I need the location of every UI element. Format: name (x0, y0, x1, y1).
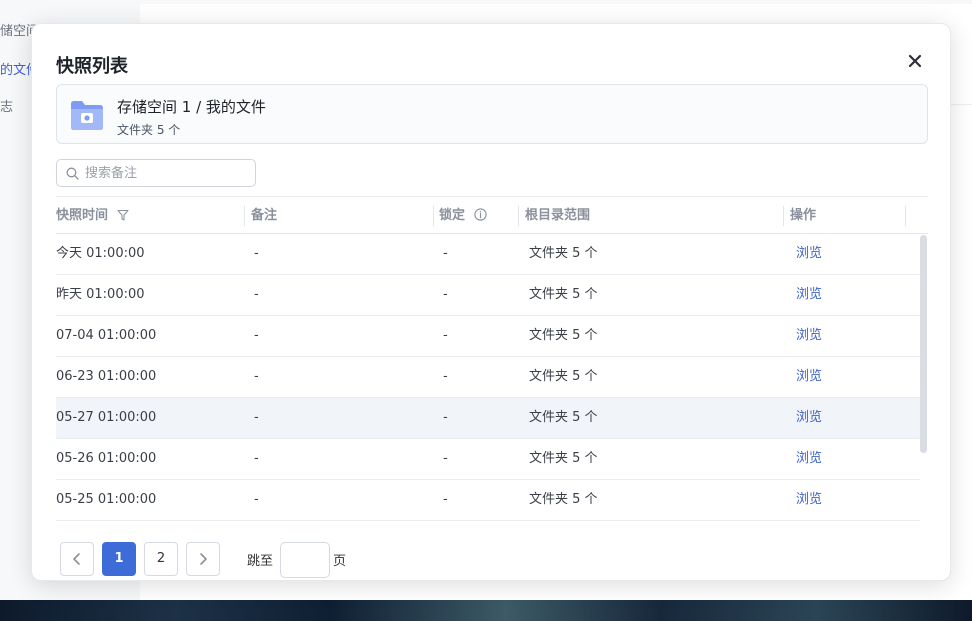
page-button-1[interactable]: 1 (102, 542, 136, 576)
chevron-left-icon (73, 553, 80, 565)
column-header-note: 备注 (251, 208, 278, 223)
table-row: 07-04 01:00:00 - - 文件夹 5 个 浏览 (56, 316, 920, 357)
search-icon (66, 167, 79, 180)
table-header: 快照时间 备注 锁定 根目录范围 操作 (56, 196, 928, 234)
chevron-right-icon (200, 553, 207, 565)
browse-link[interactable]: 浏览 (796, 398, 822, 438)
column-divider (244, 206, 245, 226)
cell-lock: - (443, 369, 448, 384)
cell-scope: 文件夹 5 个 (529, 451, 598, 466)
filter-icon[interactable] (116, 209, 129, 221)
storage-info-card: 存储空间 1 / 我的文件 文件夹 5 个 (56, 84, 928, 144)
cell-note: - (254, 410, 259, 425)
cell-time: 05-25 01:00:00 (56, 492, 157, 507)
cell-scope: 文件夹 5 个 (529, 492, 598, 507)
cell-time: 07-04 01:00:00 (56, 328, 157, 343)
page-suffix-label: 页 (333, 554, 347, 569)
prev-page-button[interactable] (60, 542, 94, 576)
cell-note: - (254, 287, 259, 302)
table-scrollbar[interactable] (920, 235, 927, 453)
browse-link[interactable]: 浏览 (796, 275, 822, 315)
table-row: 06-23 01:00:00 - - 文件夹 5 个 浏览 (56, 357, 920, 398)
search-box (56, 159, 256, 187)
cell-note: - (254, 246, 259, 261)
cell-time: 06-23 01:00:00 (56, 369, 157, 384)
cell-time: 今天 01:00:00 (56, 246, 145, 261)
sidebar-item-log[interactable]: 志 (0, 96, 13, 115)
cell-lock: - (443, 492, 448, 507)
next-page-button[interactable] (186, 542, 220, 576)
column-divider (905, 206, 906, 226)
column-header-scope: 根目录范围 (525, 208, 591, 223)
cell-time: 05-27 01:00:00 (56, 410, 157, 425)
column-divider (518, 206, 519, 226)
cell-lock: - (443, 410, 448, 425)
cell-lock: - (443, 328, 448, 343)
column-divider (433, 206, 434, 226)
table-body: 今天 01:00:00 - - 文件夹 5 个 浏览 昨天 01:00:00 -… (56, 234, 920, 521)
browse-link[interactable]: 浏览 (796, 316, 822, 356)
close-icon (908, 54, 922, 68)
column-label-lock: 锁定 (439, 208, 466, 223)
table-row: 05-25 01:00:00 - - 文件夹 5 个 浏览 (56, 480, 920, 521)
cell-note: - (254, 451, 259, 466)
cell-note: - (254, 492, 259, 507)
page-button-2[interactable]: 2 (144, 542, 178, 576)
storage-path: 存储空间 1 / 我的文件 (117, 98, 266, 116)
close-button[interactable] (906, 52, 924, 70)
browse-link[interactable]: 浏览 (796, 480, 822, 520)
folder-camera-icon (71, 101, 103, 130)
cell-note: - (254, 369, 259, 384)
background-wallpaper (0, 600, 972, 621)
jump-to-label: 跳至 (247, 554, 274, 569)
jump-page-input[interactable] (280, 542, 330, 578)
column-header-time[interactable]: 快照时间 (56, 197, 129, 234)
table-row-hovered: 05-27 01:00:00 - - 文件夹 5 个 浏览 (56, 398, 920, 439)
cell-scope: 文件夹 5 个 (529, 328, 598, 343)
cell-scope: 文件夹 5 个 (529, 246, 598, 261)
table-row: 昨天 01:00:00 - - 文件夹 5 个 浏览 (56, 275, 920, 316)
search-input[interactable] (85, 163, 250, 183)
browse-link[interactable]: 浏览 (796, 234, 822, 274)
cell-scope: 文件夹 5 个 (529, 287, 598, 302)
cell-scope: 文件夹 5 个 (529, 369, 598, 384)
snapshot-list-modal: 快照列表 存储空间 1 / 我的文件 文件夹 5 个 快照时间 (31, 23, 951, 581)
column-divider (783, 206, 784, 226)
cell-lock: - (443, 246, 448, 261)
snapshot-table: 快照时间 备注 锁定 根目录范围 操作 今天 01:00:00 - - 文件夹 … (56, 196, 928, 521)
browse-link[interactable]: 浏览 (796, 439, 822, 479)
browse-link[interactable]: 浏览 (796, 357, 822, 397)
modal-title: 快照列表 (56, 56, 128, 77)
table-row: 05-26 01:00:00 - - 文件夹 5 个 浏览 (56, 439, 920, 480)
info-icon[interactable] (473, 208, 487, 221)
cell-time: 05-26 01:00:00 (56, 451, 157, 466)
table-row: 今天 01:00:00 - - 文件夹 5 个 浏览 (56, 234, 920, 275)
cell-time: 昨天 01:00:00 (56, 287, 145, 302)
folder-count: 文件夹 5 个 (117, 123, 181, 137)
cell-scope: 文件夹 5 个 (529, 410, 598, 425)
column-label-time: 快照时间 (56, 208, 109, 223)
column-header-lock: 锁定 (439, 197, 487, 234)
cell-lock: - (443, 287, 448, 302)
cell-note: - (254, 328, 259, 343)
cell-lock: - (443, 451, 448, 466)
column-header-action: 操作 (790, 208, 817, 223)
